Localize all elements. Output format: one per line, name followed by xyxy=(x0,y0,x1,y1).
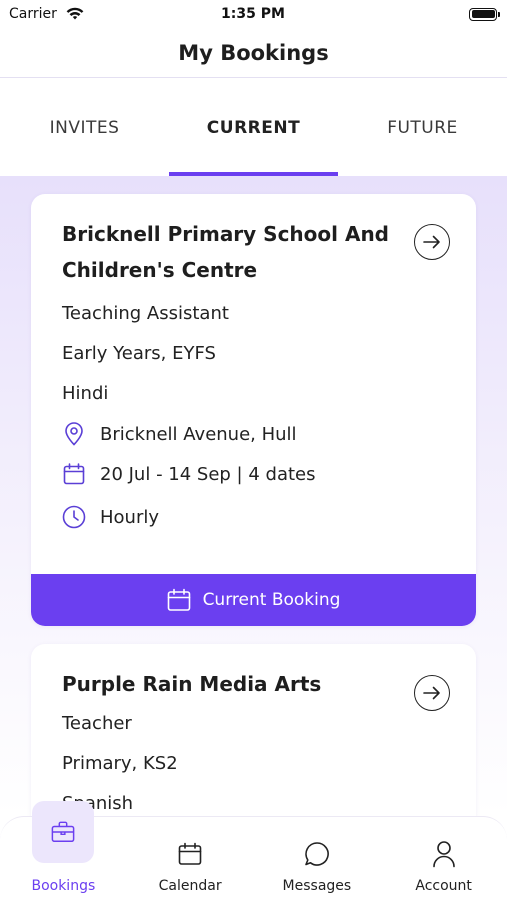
booking-title: Purple Rain Media Arts xyxy=(62,672,322,696)
dates-text: 20 Jul - 14 Sep | 4 dates xyxy=(100,463,316,485)
booking-role: Teacher xyxy=(62,713,132,734)
booking-dates: 20 Jul - 14 Sep | 4 dates xyxy=(62,454,446,494)
pay-type-text: Hourly xyxy=(100,506,160,528)
arrow-right-icon xyxy=(420,681,444,705)
calendar-icon xyxy=(178,836,202,872)
arrow-right-icon xyxy=(420,230,444,254)
booking-location: Bricknell Avenue, Hull xyxy=(62,414,446,454)
nav-bookings[interactable]: Bookings xyxy=(0,801,127,900)
current-booking-button[interactable]: Current Booking xyxy=(31,574,476,626)
location-text: Bricknell Avenue, Hull xyxy=(100,423,297,445)
wifi-icon xyxy=(63,2,87,26)
booking-card[interactable]: Bricknell Primary School And Children's … xyxy=(31,194,476,626)
status-time: 1:35 PM xyxy=(221,6,285,22)
nav-calendar[interactable]: Calendar xyxy=(127,817,254,900)
page-title: My Bookings xyxy=(178,40,329,65)
tab-invites[interactable]: INVITES xyxy=(0,80,169,176)
calendar-icon xyxy=(62,462,86,486)
calendar-icon xyxy=(167,588,191,612)
status-left: Carrier xyxy=(9,2,129,26)
nav-messages-label: Messages xyxy=(282,878,352,894)
status-right xyxy=(377,7,500,21)
booking-role: Teaching Assistant xyxy=(62,303,229,324)
booking-tabs: INVITES CURRENT FUTURE xyxy=(0,80,507,176)
battery-icon xyxy=(469,7,500,21)
current-booking-label: Current Booking xyxy=(202,590,341,610)
booking-language: Spanish xyxy=(62,793,134,814)
tab-current[interactable]: CURRENT xyxy=(169,80,338,176)
status-bar: Carrier 1:35 PM xyxy=(0,0,507,28)
booking-phase: Early Years, EYFS xyxy=(62,343,216,364)
open-booking-button[interactable] xyxy=(414,224,450,260)
nav-messages[interactable]: Messages xyxy=(254,817,381,900)
open-booking-button[interactable] xyxy=(414,675,450,711)
booking-pay-type: Hourly xyxy=(62,494,446,540)
header: My Bookings xyxy=(0,28,507,78)
bottom-nav: Bookings Calendar Messages Account xyxy=(0,801,507,900)
nav-bookings-label: Bookings xyxy=(31,878,96,894)
nav-bookings-highlight xyxy=(32,801,95,863)
user-icon xyxy=(432,836,456,872)
briefcase-icon xyxy=(51,820,75,844)
location-pin-icon xyxy=(62,422,86,446)
booking-language: Hindi xyxy=(62,383,109,404)
chat-bubble-icon xyxy=(304,836,330,872)
nav-account-label: Account xyxy=(415,878,472,894)
nav-calendar-label: Calendar xyxy=(158,878,222,894)
booking-title: Bricknell Primary School And Children's … xyxy=(62,222,390,282)
booking-card[interactable]: Purple Rain Media Arts Teacher Primary, … xyxy=(31,644,476,816)
carrier-label: Carrier xyxy=(9,6,57,22)
booking-phase: Primary, KS2 xyxy=(62,753,178,774)
tab-future[interactable]: FUTURE xyxy=(338,80,507,176)
clock-icon xyxy=(62,505,86,529)
nav-account[interactable]: Account xyxy=(380,817,507,900)
bookings-list[interactable]: Bricknell Primary School And Children's … xyxy=(0,176,507,816)
